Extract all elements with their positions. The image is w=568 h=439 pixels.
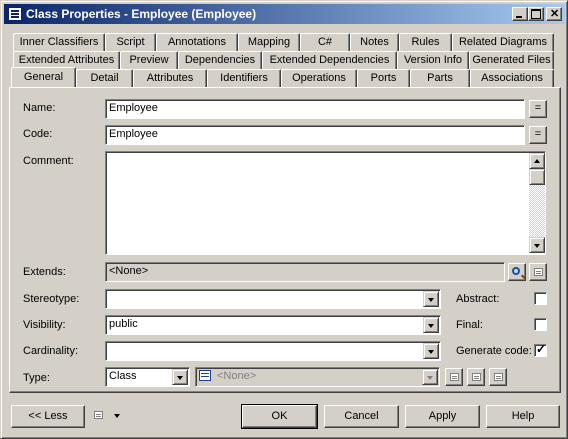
ok-button[interactable]: OK — [241, 404, 318, 429]
class-icon — [199, 370, 211, 381]
scroll-down-icon[interactable] — [529, 237, 545, 253]
visibility-label: Visibility: — [23, 319, 66, 331]
classifier-value: <None> — [217, 370, 257, 382]
type-label: Type: — [23, 372, 50, 384]
select-icon — [472, 373, 481, 381]
visibility-combobox[interactable]: public — [105, 315, 441, 335]
properties-icon — [534, 268, 543, 276]
cardinality-label: Cardinality: — [23, 345, 79, 357]
search-icon — [512, 267, 520, 275]
generate-code-checkbox[interactable] — [534, 342, 547, 357]
cancel-button[interactable]: Cancel — [324, 405, 399, 428]
select-parent-button[interactable] — [508, 263, 526, 281]
extends-field: <None> — [105, 262, 505, 282]
extends-properties-button[interactable] — [529, 263, 547, 281]
cardinality-combobox[interactable] — [105, 341, 441, 361]
class-properties-window: Class Properties - Employee (Employee) I… — [0, 0, 568, 439]
apply-button[interactable]: Apply — [405, 405, 480, 428]
properties-icon — [494, 373, 503, 381]
final-label: Final: — [456, 319, 483, 331]
abstract-checkbox[interactable] — [534, 292, 547, 305]
less-button[interactable]: << Less — [11, 405, 85, 428]
list-icon — [94, 411, 103, 419]
extends-label: Extends: — [23, 266, 66, 278]
stereotype-combobox[interactable] — [105, 289, 441, 309]
final-checkbox[interactable] — [534, 318, 547, 331]
chevron-down-icon — [114, 414, 120, 418]
new-icon — [450, 373, 459, 381]
name-field[interactable]: Employee — [105, 99, 525, 119]
type-dropdown-icon[interactable] — [172, 369, 188, 385]
generate-code-label: Generate code: — [456, 345, 532, 357]
code-label: Code: — [23, 128, 53, 140]
comment-scrollbar[interactable] — [529, 153, 545, 253]
help-button[interactable]: Help — [486, 405, 560, 428]
cardinality-dropdown-icon[interactable] — [423, 343, 439, 359]
code-sync-button[interactable]: = — [529, 126, 547, 144]
stereotype-label: Stereotype: — [23, 293, 80, 305]
classifier-select-button — [467, 368, 485, 386]
general-form: Name: Employee = Code: Employee = Commen… — [1, 1, 568, 439]
scroll-up-icon[interactable] — [529, 153, 545, 169]
code-field[interactable]: Employee — [105, 125, 525, 145]
comment-label: Comment: — [23, 155, 74, 167]
name-label: Name: — [23, 102, 56, 114]
classifier-create-button — [445, 368, 463, 386]
abstract-label: Abstract: — [456, 293, 500, 305]
classifier-combobox: <None> — [195, 367, 440, 387]
visibility-dropdown-icon[interactable] — [423, 317, 439, 333]
scroll-thumb[interactable] — [529, 169, 545, 185]
classifier-dropdown-icon — [422, 369, 438, 385]
name-code-sync-button[interactable]: = — [529, 100, 547, 118]
menu-button[interactable] — [90, 407, 124, 425]
comment-textarea[interactable] — [105, 151, 546, 255]
stereotype-dropdown-icon[interactable] — [423, 291, 439, 307]
classifier-properties-button — [489, 368, 507, 386]
